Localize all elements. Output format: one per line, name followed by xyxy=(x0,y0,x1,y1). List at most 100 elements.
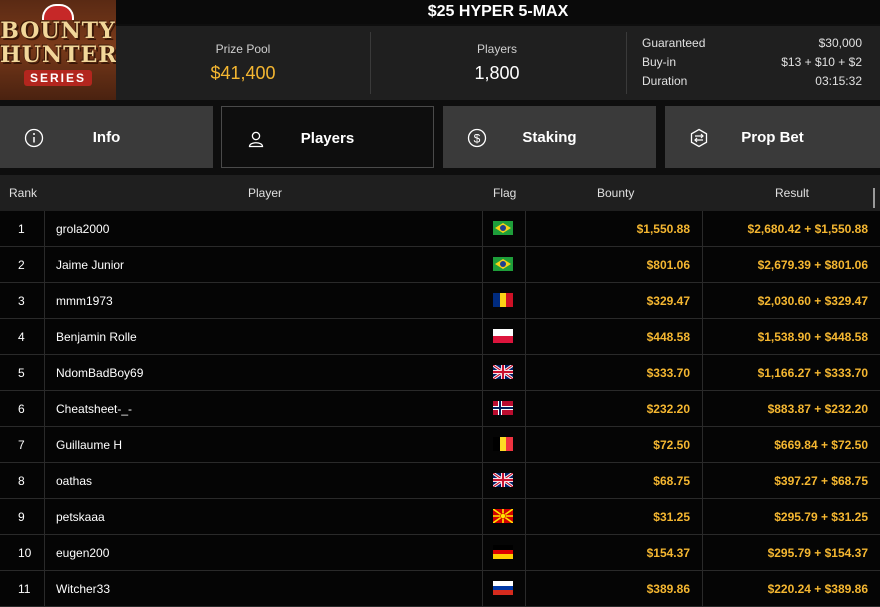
rank-cell: 1 xyxy=(18,222,25,236)
column-separator xyxy=(702,427,703,463)
tab-players[interactable]: Players xyxy=(221,106,434,168)
tab-info[interactable]: Info xyxy=(0,106,213,168)
table-row[interactable]: 8 oathas $68.75 $397.27 + $68.75 xyxy=(0,463,880,499)
result-cell: $2,030.60 + $329.47 xyxy=(757,294,868,308)
column-separator xyxy=(482,283,483,319)
result-cell: $1,166.27 + $333.70 xyxy=(757,366,868,380)
column-separator xyxy=(702,211,703,247)
table-row[interactable]: 7 Guillaume H $72.50 $669.84 + $72.50 xyxy=(0,427,880,463)
player-name-cell[interactable]: grola2000 xyxy=(56,222,109,236)
scrollbar[interactable] xyxy=(873,188,875,208)
tournament-title: $25 HYPER 5-MAX xyxy=(116,0,880,24)
column-separator xyxy=(44,463,45,499)
column-separator xyxy=(44,535,45,571)
tab-info-label: Info xyxy=(92,129,121,146)
column-separator xyxy=(44,571,45,607)
result-cell: $2,680.42 + $1,550.88 xyxy=(747,222,868,236)
column-separator xyxy=(482,355,483,391)
rank-cell: 10 xyxy=(18,546,32,560)
bounty-cell: $68.75 xyxy=(653,474,690,488)
flag-russia-icon xyxy=(493,581,513,595)
column-separator xyxy=(44,391,45,427)
result-cell: $220.24 + $389.86 xyxy=(767,582,868,596)
column-separator xyxy=(525,247,526,283)
column-header-result[interactable]: Result xyxy=(775,186,809,200)
column-separator xyxy=(702,571,703,607)
column-separator xyxy=(482,247,483,283)
duration-label: Duration xyxy=(642,74,688,88)
flag-uk-icon xyxy=(493,365,513,379)
column-header-rank[interactable]: Rank xyxy=(9,186,37,200)
column-separator xyxy=(525,319,526,355)
column-separator xyxy=(482,391,483,427)
players-label: Players xyxy=(476,42,517,56)
column-separator xyxy=(702,355,703,391)
tab-players-label: Players xyxy=(300,130,355,147)
player-name-cell[interactable]: oathas xyxy=(56,474,92,488)
bounty-cell: $801.06 xyxy=(646,258,690,272)
column-separator xyxy=(702,391,703,427)
flag-germany-icon xyxy=(493,545,513,559)
column-header-bounty[interactable]: Bounty xyxy=(597,186,634,200)
table-row[interactable]: 9 petskaaa $31.25 $295.79 + $31.25 xyxy=(0,499,880,535)
table-row[interactable]: 3 mmm1973 $329.47 $2,030.60 + $329.47 xyxy=(0,283,880,319)
duration-row: Duration 03:15:32 xyxy=(642,74,862,92)
tab-bar: Info Players $ Staking Prop Bet xyxy=(0,106,880,168)
table-row[interactable]: 5 NdomBadBoy69 $333.70 $1,166.27 + $333.70 xyxy=(0,355,880,391)
player-name-cell[interactable]: eugen200 xyxy=(56,546,109,560)
bounty-cell: $232.20 xyxy=(646,402,690,416)
column-separator xyxy=(482,499,483,535)
rank-cell: 9 xyxy=(18,510,25,524)
player-name-cell[interactable]: Guillaume H xyxy=(56,438,122,452)
column-separator xyxy=(702,283,703,319)
flag-poland-icon xyxy=(493,329,513,343)
column-separator xyxy=(482,319,483,355)
table-header: Rank Player Flag Bounty Result xyxy=(0,175,880,211)
table-row[interactable]: 1 grola2000 $1,550.88 $2,680.42 + $1,550.88 xyxy=(0,211,880,247)
bounty-cell: $389.86 xyxy=(646,582,690,596)
tournament-stats: Prize Pool $41,400 Players 1,800 Guarant… xyxy=(116,26,880,100)
table-row[interactable]: 2 Jaime Junior $801.06 $2,679.39 + $801.06 xyxy=(0,247,880,283)
bounty-cell: $448.58 xyxy=(646,330,690,344)
player-name-cell[interactable]: Cheatsheet-_- xyxy=(56,402,132,416)
rank-cell: 4 xyxy=(18,330,25,344)
guaranteed-label: Guaranteed xyxy=(642,36,706,50)
bounty-cell: $31.25 xyxy=(653,510,690,524)
bounty-cell: $333.70 xyxy=(646,366,690,380)
stats-divider xyxy=(626,32,627,94)
column-header-player[interactable]: Player xyxy=(248,186,282,200)
result-cell: $2,679.39 + $801.06 xyxy=(757,258,868,272)
rank-cell: 3 xyxy=(18,294,25,308)
logo-line-3: SERIES xyxy=(24,70,92,86)
column-separator xyxy=(525,535,526,571)
column-separator xyxy=(44,319,45,355)
table-row[interactable]: 11 Witcher33 $389.86 $220.24 + $389.86 xyxy=(0,571,880,607)
rank-cell: 2 xyxy=(18,258,25,272)
column-separator xyxy=(525,427,526,463)
buyin-label: Buy-in xyxy=(642,55,677,69)
column-header-flag[interactable]: Flag xyxy=(493,186,516,200)
column-separator xyxy=(525,499,526,535)
guaranteed-value: $30,000 xyxy=(818,36,862,50)
table-row[interactable]: 4 Benjamin Rolle $448.58 $1,538.90 + $448.5… xyxy=(0,319,880,355)
flag-belgium-icon xyxy=(493,437,513,451)
player-name-cell[interactable]: petskaaa xyxy=(56,510,105,524)
column-separator xyxy=(525,283,526,319)
player-name-cell[interactable]: Witcher33 xyxy=(56,582,110,596)
tab-staking[interactable]: $ Staking xyxy=(443,106,656,168)
column-separator xyxy=(702,463,703,499)
player-name-cell[interactable]: mmm1973 xyxy=(56,294,113,308)
player-name-cell[interactable]: Benjamin Rolle xyxy=(56,330,137,344)
buyin-value: $13 + $10 + $2 xyxy=(781,55,862,69)
tab-prop-bet[interactable]: Prop Bet xyxy=(665,106,880,168)
column-separator xyxy=(525,571,526,607)
rank-cell: 7 xyxy=(18,438,25,452)
player-name-cell[interactable]: NdomBadBoy69 xyxy=(56,366,143,380)
duration-value: 03:15:32 xyxy=(815,74,862,88)
player-name-cell[interactable]: Jaime Junior xyxy=(56,258,124,272)
column-separator xyxy=(702,319,703,355)
table-row[interactable]: 10 eugen200 $154.37 $295.79 + $154.37 xyxy=(0,535,880,571)
bounty-cell: $154.37 xyxy=(646,546,690,560)
prize-pool-label: Prize Pool xyxy=(215,42,271,56)
table-row[interactable]: 6 Cheatsheet-_- $232.20 $883.87 + $232.20 xyxy=(0,391,880,427)
